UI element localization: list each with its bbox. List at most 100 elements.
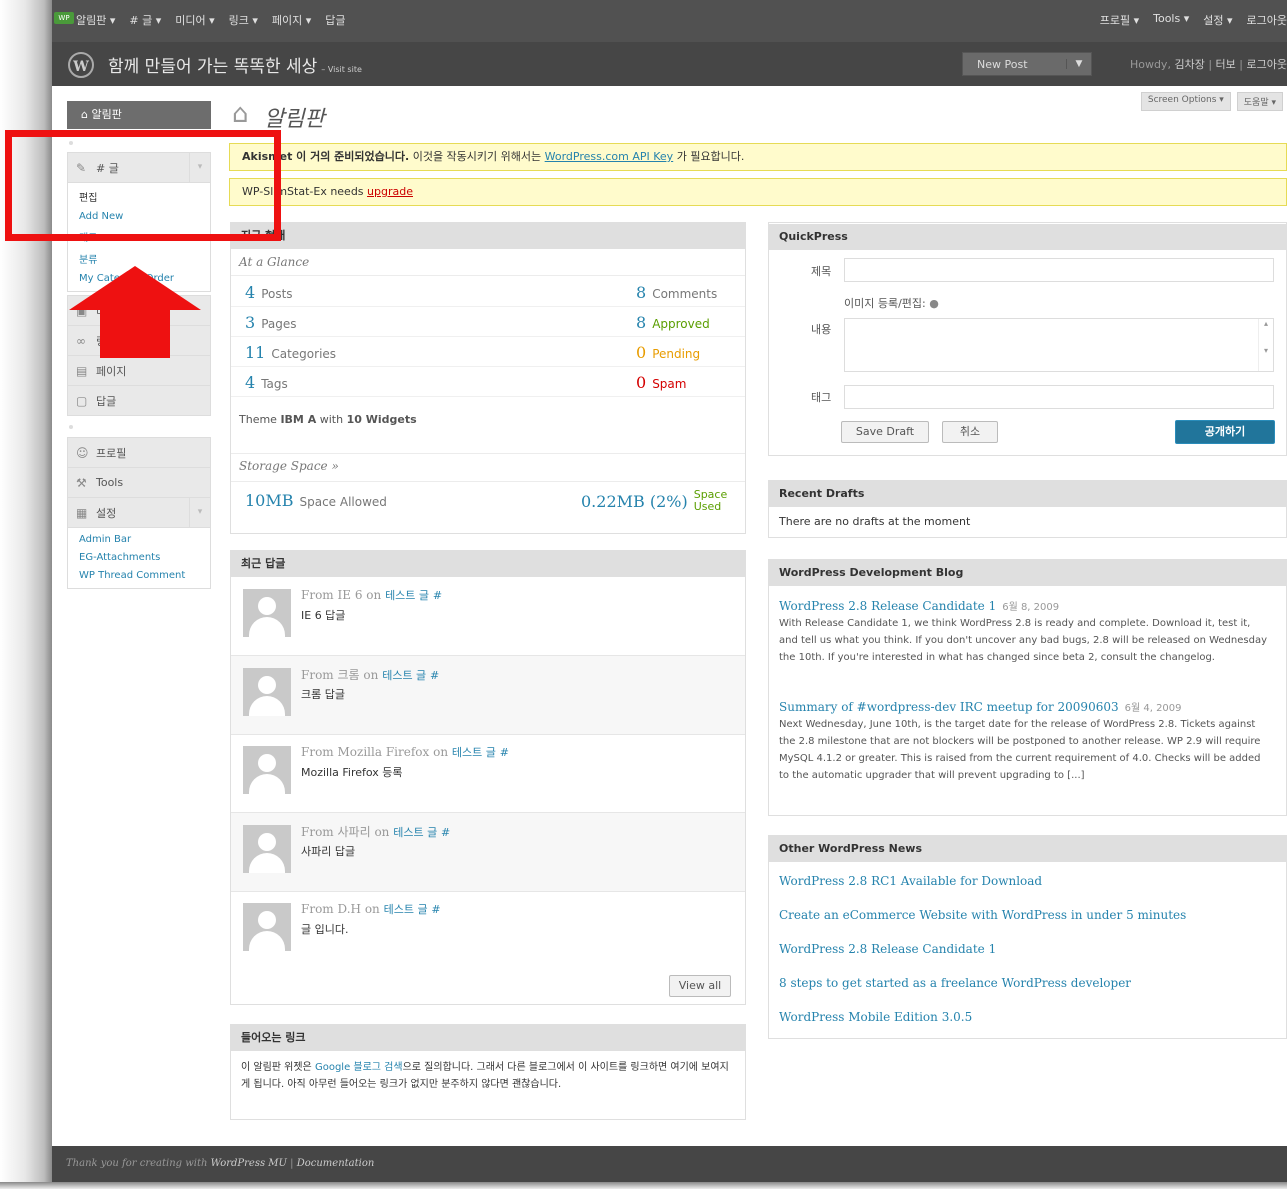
admin-bar-item-posts[interactable]: # 글 ▾: [129, 12, 161, 28]
sidebar-item-tools[interactable]: ⚒ Tools: [68, 468, 210, 498]
new-post-label[interactable]: New Post: [963, 58, 1066, 71]
tags-input[interactable]: [844, 385, 1274, 409]
logout-link[interactable]: 로그아웃: [1247, 58, 1287, 71]
count[interactable]: 11: [245, 343, 265, 362]
glance-pending[interactable]: 0 Pending: [636, 343, 700, 362]
sidebar-item-pages[interactable]: ▤ 페이지: [68, 356, 210, 386]
turbo-link[interactable]: 터보: [1216, 58, 1236, 71]
count[interactable]: 0: [636, 373, 646, 392]
admin-bar-item-pages[interactable]: 페이지 ▾: [272, 12, 311, 28]
comment-permalink[interactable]: #: [500, 746, 509, 759]
widget-title[interactable]: 지금 현재: [231, 223, 745, 249]
scrollbar[interactable]: ▴ ▾: [1258, 319, 1273, 371]
widget-title[interactable]: 들어오는 링크: [231, 1025, 745, 1051]
sidebar-item-dashboard[interactable]: ⌂ 알림판: [67, 101, 211, 129]
glance-tags[interactable]: 4 Tags: [245, 373, 288, 392]
sidebar-item-profile[interactable]: ☺ 프로필: [68, 438, 210, 468]
user-link[interactable]: 김차장: [1174, 58, 1204, 71]
comment-permalink[interactable]: #: [431, 903, 440, 916]
count-label[interactable]: Approved: [652, 317, 710, 331]
visit-site-link[interactable]: – Visit site: [321, 65, 362, 74]
count[interactable]: 8: [636, 283, 646, 302]
admin-bar-item-logout[interactable]: 로그아웃: [1247, 12, 1287, 28]
comment-post-link[interactable]: 테스트 글: [393, 826, 437, 839]
count[interactable]: 8: [636, 313, 646, 332]
documentation-link[interactable]: Documentation: [297, 1158, 375, 1169]
comment-post-link[interactable]: 테스트 글: [382, 669, 426, 682]
comment-author: 크롬: [337, 668, 360, 682]
news-link[interactable]: WordPress Mobile Edition 3.0.5: [779, 1010, 972, 1024]
theme-name[interactable]: IBM A: [280, 413, 316, 426]
glance-comments[interactable]: 8 Comments: [636, 283, 717, 302]
title-input[interactable]: [844, 258, 1274, 282]
help-button[interactable]: 도움말 ▾: [1236, 92, 1283, 111]
recent-comments-widget: 최근 답글 From IE 6 on 테스트 글 # IE 6 답글 From …: [230, 550, 746, 1005]
count[interactable]: 4: [245, 283, 255, 302]
count-label[interactable]: Spam: [652, 377, 686, 391]
sidebar-item-comments[interactable]: ▢ 답글: [68, 386, 210, 415]
count[interactable]: 3: [245, 313, 255, 332]
widget-title[interactable]: WordPress Development Blog: [769, 560, 1286, 586]
widget-title[interactable]: Other WordPress News: [769, 836, 1286, 862]
admin-bar-item-profile[interactable]: 프로필 ▾: [1100, 12, 1139, 28]
screen-options-button[interactable]: Screen Options ▾: [1140, 92, 1231, 111]
comment-post-link[interactable]: 테스트 글: [385, 589, 429, 602]
blog-item-title[interactable]: WordPress 2.8 Release Candidate 1: [779, 599, 996, 613]
count[interactable]: 4: [245, 373, 255, 392]
count-label[interactable]: Comments: [652, 287, 717, 301]
sidebar-item-settings[interactable]: ▦ 설정 ▾: [68, 498, 210, 528]
api-key-link[interactable]: WordPress.com API Key: [545, 150, 674, 163]
glance-pages[interactable]: 3 Pages: [245, 313, 297, 332]
news-link[interactable]: 8 steps to get started as a freelance Wo…: [779, 976, 1131, 990]
admin-bar-logo[interactable]: WP: [54, 12, 74, 24]
admin-bar-item-links[interactable]: 링크 ▾: [229, 12, 258, 28]
comment-permalink[interactable]: #: [441, 826, 450, 839]
submenu-admin-bar[interactable]: Admin Bar: [68, 531, 210, 549]
widget-title[interactable]: Recent Drafts: [769, 481, 1286, 507]
comment-post-link[interactable]: 테스트 글: [452, 746, 496, 759]
count[interactable]: 0: [636, 343, 646, 362]
comment-post-link[interactable]: 테스트 글: [384, 903, 428, 916]
upgrade-link[interactable]: upgrade: [367, 185, 413, 198]
submenu-thread-comment[interactable]: WP Thread Comment: [68, 567, 210, 585]
storage-space-title[interactable]: Storage Space »: [239, 459, 339, 473]
news-link[interactable]: WordPress 2.8 Release Candidate 1: [779, 942, 996, 956]
camera-icon[interactable]: ●: [929, 297, 939, 310]
count-label[interactable]: Categories: [271, 347, 336, 361]
google-link[interactable]: Google: [315, 1062, 350, 1073]
widget-title[interactable]: QuickPress: [769, 224, 1286, 250]
comment-permalink[interactable]: #: [433, 589, 442, 602]
widget-count[interactable]: 10 Widgets: [347, 413, 417, 426]
save-draft-button[interactable]: Save Draft: [841, 421, 929, 443]
glance-approved[interactable]: 8 Approved: [636, 313, 710, 332]
cancel-button[interactable]: 취소: [942, 421, 998, 443]
admin-bar-item-settings[interactable]: 설정 ▾: [1203, 12, 1232, 28]
news-link[interactable]: Create an eCommerce Website with WordPre…: [779, 908, 1186, 922]
chevron-down-icon[interactable]: ▼: [1066, 59, 1091, 69]
glance-spam[interactable]: 0 Spam: [636, 373, 686, 392]
blog-search-link[interactable]: 블로그 검색: [353, 1062, 402, 1073]
admin-bar-item-dashboard[interactable]: 알림판 ▾: [76, 12, 115, 28]
count-label[interactable]: Posts: [261, 287, 292, 301]
view-all-button[interactable]: View all: [669, 975, 731, 997]
submenu-eg-attachments[interactable]: EG-Attachments: [68, 549, 210, 567]
widget-title[interactable]: 최근 답글: [231, 551, 745, 577]
wpmu-link[interactable]: WordPress MU: [211, 1158, 287, 1169]
chevron-down-icon[interactable]: ▾: [189, 498, 210, 527]
admin-bar-item-media[interactable]: 미디어 ▾: [175, 12, 214, 28]
at-a-glance-label: At a Glance: [231, 249, 745, 276]
count-label[interactable]: Tags: [261, 377, 288, 391]
content-textarea[interactable]: ▴ ▾: [844, 318, 1274, 372]
glance-posts[interactable]: 4 Posts: [245, 283, 293, 302]
admin-bar-item-tools[interactable]: Tools ▾: [1153, 12, 1189, 28]
count-label[interactable]: Pending: [652, 347, 700, 361]
news-link[interactable]: WordPress 2.8 RC1 Available for Download: [779, 874, 1042, 888]
admin-bar-item-comments[interactable]: 답글: [325, 12, 345, 28]
space-used-label: Space Used: [694, 489, 728, 513]
glance-categories[interactable]: 11 Categories: [245, 343, 336, 362]
count-label[interactable]: Pages: [261, 317, 296, 331]
blog-item-title[interactable]: Summary of #wordpress-dev IRC meetup for…: [779, 700, 1119, 714]
new-post-dropdown[interactable]: New Post ▼: [962, 52, 1092, 76]
publish-button[interactable]: 공개하기: [1175, 420, 1275, 444]
comment-permalink[interactable]: #: [430, 669, 439, 682]
